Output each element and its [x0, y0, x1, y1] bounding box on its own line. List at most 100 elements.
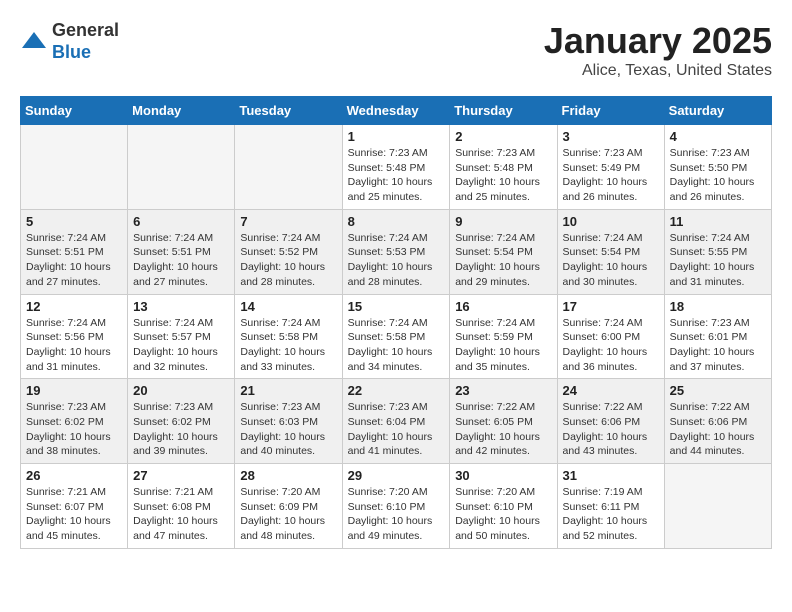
day-detail: Sunrise: 7:20 AM Sunset: 6:09 PM Dayligh…: [240, 485, 336, 544]
col-header-sunday: Sunday: [21, 97, 128, 125]
calendar-day-cell: 22Sunrise: 7:23 AM Sunset: 6:04 PM Dayli…: [342, 379, 450, 464]
calendar-title: January 2025: [544, 20, 772, 62]
calendar-day-cell: 17 Sunrise: 7:24 AM Sunset: 6:00 PM Dayli…: [557, 294, 664, 379]
day-detail: Sunrise: 7:24 AM Sunset: 5:58 PM Dayligh…: [240, 316, 336, 375]
calendar-day-cell: 9 Sunrise: 7:24 AM Sunset: 5:54 PM Daylig…: [450, 209, 557, 294]
day-number: 24: [563, 383, 659, 398]
day-number: 11: [670, 214, 766, 229]
day-number: 28: [240, 468, 336, 483]
day-number: 29: [348, 468, 445, 483]
day-detail: Sunrise: 7:24 AM Sunset: 5:51 PM Dayligh…: [26, 231, 122, 290]
logo-icon: [20, 28, 48, 56]
day-detail: Sunrise: 7:22 AM Sunset: 6:06 PM Dayligh…: [563, 400, 659, 459]
calendar-day-cell: 26 Sunrise: 7:21 AM Sunset: 6:07 PM Dayli…: [21, 464, 128, 549]
day-number: 15: [348, 299, 445, 314]
calendar-day-cell: 28 Sunrise: 7:20 AM Sunset: 6:09 PM Dayli…: [235, 464, 342, 549]
calendar-day-cell: 8 Sunrise: 7:24 AM Sunset: 5:53 PM Daylig…: [342, 209, 450, 294]
day-number: 26: [26, 468, 122, 483]
day-detail: Sunrise: 7:24 AM Sunset: 6:00 PM Dayligh…: [563, 316, 659, 375]
day-number: 12: [26, 299, 122, 314]
day-number: 31: [563, 468, 659, 483]
day-number: 23: [455, 383, 551, 398]
day-detail: Sunrise: 7:23 AM Sunset: 5:49 PM Dayligh…: [563, 146, 659, 205]
calendar-day-cell: 23Sunrise: 7:22 AM Sunset: 6:05 PM Dayli…: [450, 379, 557, 464]
calendar-week-row: 26 Sunrise: 7:21 AM Sunset: 6:07 PM Dayli…: [21, 464, 772, 549]
day-number: 16: [455, 299, 551, 314]
calendar-week-row: 19Sunrise: 7:23 AM Sunset: 6:02 PM Dayli…: [21, 379, 772, 464]
day-detail: Sunrise: 7:24 AM Sunset: 5:53 PM Dayligh…: [348, 231, 445, 290]
calendar-subtitle: Alice, Texas, United States: [544, 62, 772, 80]
day-detail: Sunrise: 7:23 AM Sunset: 5:48 PM Dayligh…: [348, 146, 445, 205]
day-number: 10: [563, 214, 659, 229]
day-number: 18: [670, 299, 766, 314]
day-detail: Sunrise: 7:24 AM Sunset: 5:54 PM Dayligh…: [455, 231, 551, 290]
calendar-day-cell: 25Sunrise: 7:22 AM Sunset: 6:06 PM Dayli…: [664, 379, 771, 464]
calendar-day-cell: 7 Sunrise: 7:24 AM Sunset: 5:52 PM Daylig…: [235, 209, 342, 294]
calendar-day-cell: 11Sunrise: 7:24 AM Sunset: 5:55 PM Dayli…: [664, 209, 771, 294]
col-header-wednesday: Wednesday: [342, 97, 450, 125]
day-number: 14: [240, 299, 336, 314]
title-block: January 2025 Alice, Texas, United States: [544, 20, 772, 80]
calendar-day-cell: [21, 125, 128, 210]
calendar-day-cell: [235, 125, 342, 210]
day-number: 20: [133, 383, 229, 398]
calendar-day-cell: 4Sunrise: 7:23 AM Sunset: 5:50 PM Daylig…: [664, 125, 771, 210]
calendar-day-cell: 1 Sunrise: 7:23 AM Sunset: 5:48 PM Daylig…: [342, 125, 450, 210]
day-number: 7: [240, 214, 336, 229]
day-number: 6: [133, 214, 229, 229]
calendar-day-cell: 16 Sunrise: 7:24 AM Sunset: 5:59 PM Dayli…: [450, 294, 557, 379]
calendar-week-row: 12 Sunrise: 7:24 AM Sunset: 5:56 PM Dayli…: [21, 294, 772, 379]
calendar-day-cell: 12 Sunrise: 7:24 AM Sunset: 5:56 PM Dayli…: [21, 294, 128, 379]
calendar-day-cell: 3 Sunrise: 7:23 AM Sunset: 5:49 PM Daylig…: [557, 125, 664, 210]
col-header-tuesday: Tuesday: [235, 97, 342, 125]
day-detail: Sunrise: 7:24 AM Sunset: 5:59 PM Dayligh…: [455, 316, 551, 375]
calendar-week-row: 5Sunrise: 7:24 AM Sunset: 5:51 PM Daylig…: [21, 209, 772, 294]
calendar-day-cell: 18 Sunrise: 7:23 AM Sunset: 6:01 PM Dayli…: [664, 294, 771, 379]
logo-text: General Blue: [52, 20, 119, 63]
day-number: 30: [455, 468, 551, 483]
calendar-header-row: SundayMondayTuesdayWednesdayThursdayFrid…: [21, 97, 772, 125]
calendar-day-cell: 20Sunrise: 7:23 AM Sunset: 6:02 PM Dayli…: [128, 379, 235, 464]
calendar-day-cell: [128, 125, 235, 210]
day-detail: Sunrise: 7:24 AM Sunset: 5:58 PM Dayligh…: [348, 316, 445, 375]
day-number: 9: [455, 214, 551, 229]
day-number: 1: [348, 129, 445, 144]
day-number: 17: [563, 299, 659, 314]
day-detail: Sunrise: 7:23 AM Sunset: 6:01 PM Dayligh…: [670, 316, 766, 375]
day-detail: Sunrise: 7:20 AM Sunset: 6:10 PM Dayligh…: [348, 485, 445, 544]
day-detail: Sunrise: 7:24 AM Sunset: 5:51 PM Dayligh…: [133, 231, 229, 290]
calendar-day-cell: [664, 464, 771, 549]
logo-blue: Blue: [52, 42, 119, 64]
calendar-day-cell: 21Sunrise: 7:23 AM Sunset: 6:03 PM Dayli…: [235, 379, 342, 464]
logo-general: General: [52, 20, 119, 42]
day-number: 8: [348, 214, 445, 229]
day-detail: Sunrise: 7:22 AM Sunset: 6:06 PM Dayligh…: [670, 400, 766, 459]
day-detail: Sunrise: 7:21 AM Sunset: 6:08 PM Dayligh…: [133, 485, 229, 544]
day-detail: Sunrise: 7:23 AM Sunset: 6:03 PM Dayligh…: [240, 400, 336, 459]
calendar-day-cell: 10Sunrise: 7:24 AM Sunset: 5:54 PM Dayli…: [557, 209, 664, 294]
day-number: 27: [133, 468, 229, 483]
day-number: 13: [133, 299, 229, 314]
day-detail: Sunrise: 7:24 AM Sunset: 5:52 PM Dayligh…: [240, 231, 336, 290]
day-detail: Sunrise: 7:24 AM Sunset: 5:56 PM Dayligh…: [26, 316, 122, 375]
calendar-day-cell: 24 Sunrise: 7:22 AM Sunset: 6:06 PM Dayli…: [557, 379, 664, 464]
day-detail: Sunrise: 7:23 AM Sunset: 5:48 PM Dayligh…: [455, 146, 551, 205]
calendar-table: SundayMondayTuesdayWednesdayThursdayFrid…: [20, 96, 772, 549]
day-detail: Sunrise: 7:24 AM Sunset: 5:57 PM Dayligh…: [133, 316, 229, 375]
calendar-day-cell: 30Sunrise: 7:20 AM Sunset: 6:10 PM Dayli…: [450, 464, 557, 549]
calendar-day-cell: 14 Sunrise: 7:24 AM Sunset: 5:58 PM Dayli…: [235, 294, 342, 379]
calendar-day-cell: 15 Sunrise: 7:24 AM Sunset: 5:58 PM Dayli…: [342, 294, 450, 379]
col-header-friday: Friday: [557, 97, 664, 125]
day-number: 19: [26, 383, 122, 398]
day-number: 3: [563, 129, 659, 144]
calendar-day-cell: 19Sunrise: 7:23 AM Sunset: 6:02 PM Dayli…: [21, 379, 128, 464]
page-header: General Blue January 2025 Alice, Texas, …: [20, 20, 772, 80]
logo: General Blue: [20, 20, 119, 63]
day-detail: Sunrise: 7:21 AM Sunset: 6:07 PM Dayligh…: [26, 485, 122, 544]
calendar-week-row: 1 Sunrise: 7:23 AM Sunset: 5:48 PM Daylig…: [21, 125, 772, 210]
calendar-day-cell: 29 Sunrise: 7:20 AM Sunset: 6:10 PM Dayli…: [342, 464, 450, 549]
day-number: 22: [348, 383, 445, 398]
calendar-day-cell: 27 Sunrise: 7:21 AM Sunset: 6:08 PM Dayli…: [128, 464, 235, 549]
col-header-monday: Monday: [128, 97, 235, 125]
col-header-saturday: Saturday: [664, 97, 771, 125]
